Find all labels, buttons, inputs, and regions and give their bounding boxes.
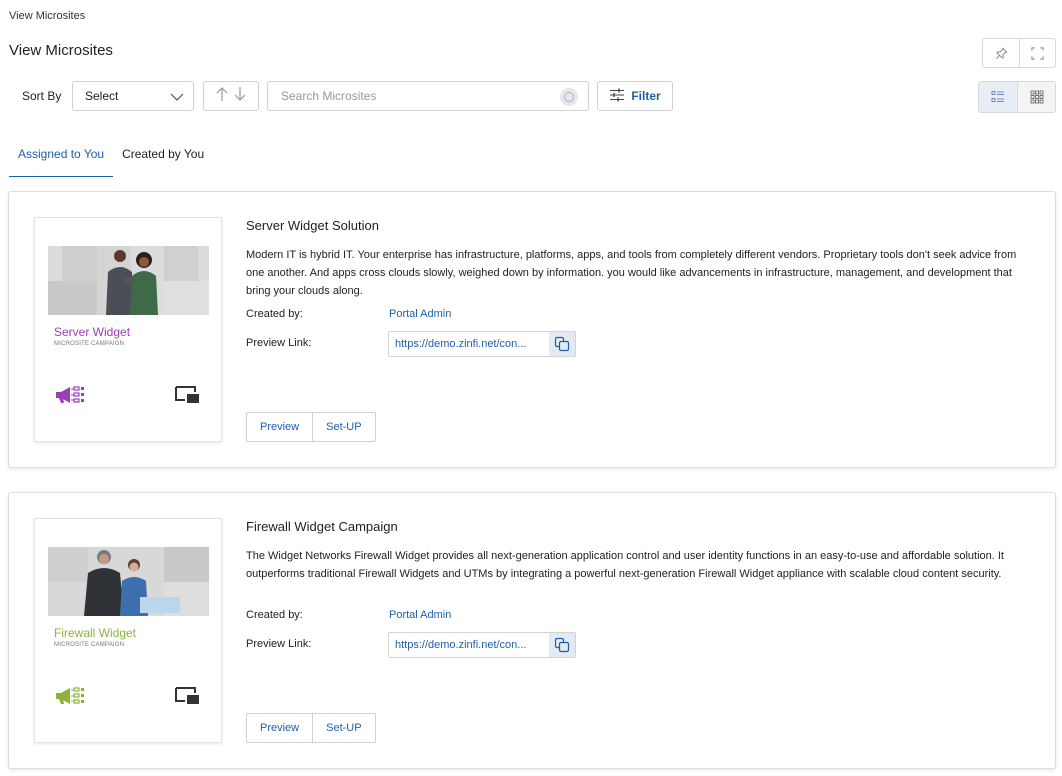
thumbnail-image [48,246,209,315]
megaphone-icon [54,685,86,710]
sort-select[interactable]: Select [72,81,194,111]
filter-icon [609,88,625,105]
preview-link[interactable]: https://demo.zinfi.net/con... [389,338,549,350]
page-title: View Microsites [9,42,113,59]
breadcrumb: View Microsites [9,10,86,22]
created-by-label: Created by: [246,308,303,320]
setup-button[interactable]: Set-UP [312,413,374,441]
screen-icon [175,686,201,709]
thumbnail-image [48,547,209,616]
fullscreen-icon[interactable] [1019,39,1055,67]
created-by-link[interactable]: Portal Admin [389,308,451,320]
card-description: The Widget Networks Firewall Widget prov… [246,550,1004,580]
filter-button-label: Filter [631,89,661,103]
card-description: Modern IT is hybrid IT. Your enterprise … [246,249,1017,297]
preview-link-box: https://demo.zinfi.net/con... [388,632,576,658]
arrow-up-icon[interactable] [216,86,228,106]
setup-button[interactable]: Set-UP [312,714,374,742]
preview-link-label: Preview Link: [246,638,312,650]
thumbnail-title: Server Widget [54,325,131,339]
toolbar: Sort By Select Filter [0,80,1062,113]
preview-link[interactable]: https://demo.zinfi.net/con... [389,639,549,651]
sort-direction-toggle[interactable] [203,81,259,111]
preview-button[interactable]: Preview [247,413,312,441]
tabs: Assigned to You Created by You [9,146,213,177]
thumbnail-subtitle: MICROSITE CAMPAIGN [54,341,125,347]
preview-button[interactable]: Preview [247,714,312,742]
copy-icon[interactable] [549,332,575,356]
tab-assigned-to-you[interactable]: Assigned to You [9,146,114,177]
page-actions [982,38,1056,68]
search-box [267,81,589,111]
created-by-label: Created by: [246,609,303,621]
card-title: Server Widget Solution [246,218,379,233]
filter-button[interactable]: Filter [597,81,673,111]
megaphone-icon [54,384,86,409]
view-toggle [978,81,1056,113]
tab-created-by-you[interactable]: Created by You [113,146,213,177]
microsite-thumbnail[interactable]: Server Widget MICROSITE CAMPAIGN [34,217,222,442]
screen-icon [175,385,201,408]
card-actions: Preview Set-UP [246,412,376,442]
preview-link-box: https://demo.zinfi.net/con... [388,331,576,357]
microsite-card: Firewall Widget MICROSITE CAMPAIGN Firew… [8,492,1056,769]
thumbnail-title: Firewall Widget [54,626,137,640]
grid-view-icon[interactable] [1017,82,1055,112]
microsite-thumbnail[interactable]: Firewall Widget MICROSITE CAMPAIGN [34,518,222,743]
created-by-link[interactable]: Portal Admin [389,609,451,621]
microsite-card: Server Widget MICROSITE CAMPAIGN Server … [8,191,1056,468]
card-actions: Preview Set-UP [246,713,376,743]
card-title: Firewall Widget Campaign [246,519,398,534]
sort-by-label: Sort By [22,89,62,103]
copy-icon[interactable] [549,633,575,657]
search-input[interactable] [281,89,541,103]
preview-link-label: Preview Link: [246,337,312,349]
search-icon[interactable] [560,88,578,106]
thumbnail-subtitle: MICROSITE CAMPAIGN [54,642,125,648]
chevron-down-icon [169,89,185,108]
pin-icon[interactable] [983,39,1019,67]
sort-select-value: Select [85,89,119,103]
arrow-down-icon[interactable] [234,86,246,106]
list-view-icon[interactable] [979,82,1017,112]
